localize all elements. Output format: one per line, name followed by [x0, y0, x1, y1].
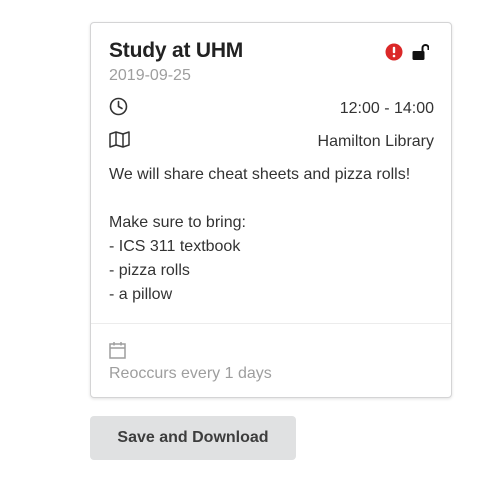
event-title: Study at UHM [109, 39, 244, 62]
description-line: - pizza rolls [109, 262, 190, 279]
clock-icon [109, 97, 128, 121]
unlocked-lock-icon [411, 43, 430, 66]
exclamation-circle-icon [385, 43, 403, 66]
status-icons [385, 43, 430, 66]
recurrence-text: Reoccurs every 1 days [109, 365, 272, 382]
save-and-download-button[interactable]: Save and Download [90, 416, 296, 460]
description-line: - ICS 311 textbook [109, 238, 241, 255]
map-icon [109, 131, 130, 153]
card-divider [91, 323, 451, 324]
description-line [109, 187, 439, 211]
event-card: Study at UHM 2019-09-25 12:00 - 14:00 Ha… [90, 22, 452, 398]
event-time: 12:00 - 14:00 [339, 100, 434, 117]
description-line: Make sure to bring: [109, 214, 246, 231]
event-date: 2019-09-25 [109, 67, 191, 84]
event-location-row: Hamilton Library [109, 131, 434, 153]
event-time-row: 12:00 - 14:00 [109, 97, 434, 121]
event-description: We will share cheat sheets and pizza rol… [109, 163, 439, 307]
calendar-icon [109, 341, 126, 364]
description-line: - a pillow [109, 286, 173, 303]
event-location: Hamilton Library [317, 133, 434, 150]
description-line: We will share cheat sheets and pizza rol… [109, 166, 411, 183]
